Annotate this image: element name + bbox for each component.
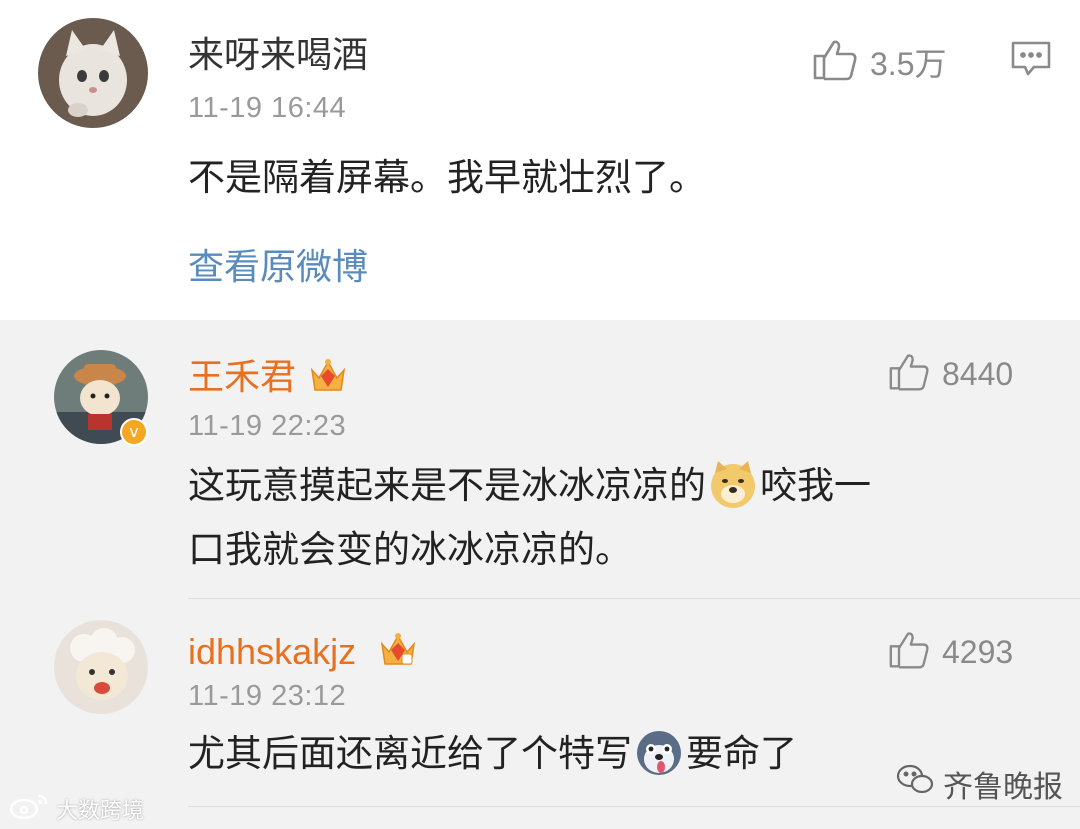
reply-list: v 王禾君 11-19 22:23 8440 这玩意摸起来是不是冰冰凉凉的 咬我… <box>0 320 1080 829</box>
reply-text: 咬我一 <box>760 464 871 507</box>
reply-text: 要命了 <box>686 732 797 775</box>
reply-text-line: 这玩意摸起来是不是冰冰凉凉的 咬我一 <box>188 456 871 516</box>
doge-emoji-icon <box>708 459 758 509</box>
wechat-logo-icon <box>895 763 935 805</box>
watermark-right: 齐鲁晚报 <box>895 762 1063 806</box>
reply-text: 这玩意摸起来是不是冰冰凉凉的 <box>188 464 706 507</box>
verified-badge-icon: v <box>120 418 148 446</box>
reply-icon[interactable] <box>1010 40 1052 82</box>
avatar-cartoon-sheep[interactable] <box>54 620 148 714</box>
reply-divider <box>188 806 1080 807</box>
reply-like-count: 4293 <box>942 633 1014 670</box>
view-original-link[interactable]: 查看原微博 <box>188 238 368 290</box>
reply-like-count: 8440 <box>942 355 1014 392</box>
main-like-button[interactable]: 3.5万 <box>812 38 947 86</box>
avatar-cat[interactable] <box>38 18 148 128</box>
reply-timestamp: 11-19 23:12 <box>188 680 347 712</box>
reply-username[interactable]: idhhskakjz <box>188 630 356 674</box>
vip-crown-icon <box>306 354 350 402</box>
reply-text-line: 尤其后面还离近给了个特写 要命了 <box>188 724 797 784</box>
reply-divider <box>188 598 1080 599</box>
main-username[interactable]: 来呀来喝酒 <box>188 34 368 78</box>
reply-text-line: 口我就会变的冰冰凉凉的。 <box>188 528 632 571</box>
watermark-left: 大数跨境 <box>8 792 144 826</box>
vip-crown-icon <box>376 628 420 676</box>
main-timestamp: 11-19 16:44 <box>188 92 347 124</box>
main-like-count: 3.5万 <box>870 46 947 82</box>
main-comment: 来呀来喝酒 11-19 16:44 3.5万 不是隔着屏幕。我早就壮烈了。 查看… <box>0 0 1080 320</box>
weibo-logo-icon <box>8 792 52 826</box>
main-comment-text: 不是隔着屏幕。我早就壮烈了。 <box>188 156 706 199</box>
thumbs-up-icon <box>888 352 930 396</box>
thumbs-up-icon <box>888 630 930 674</box>
watermark-right-text: 齐鲁晚报 <box>943 770 1063 805</box>
reply-like-button[interactable]: 8440 <box>888 352 1013 396</box>
thumbs-up-icon <box>812 38 858 86</box>
reply-timestamp: 11-19 22:23 <box>188 410 347 442</box>
watermark-left-text: 大数跨境 <box>56 799 145 824</box>
husky-emoji-icon <box>634 727 684 777</box>
reply-like-button[interactable]: 4293 <box>888 630 1013 674</box>
reply-username[interactable]: 王禾君 <box>188 356 296 400</box>
reply-text: 尤其后面还离近给了个特写 <box>188 732 632 775</box>
